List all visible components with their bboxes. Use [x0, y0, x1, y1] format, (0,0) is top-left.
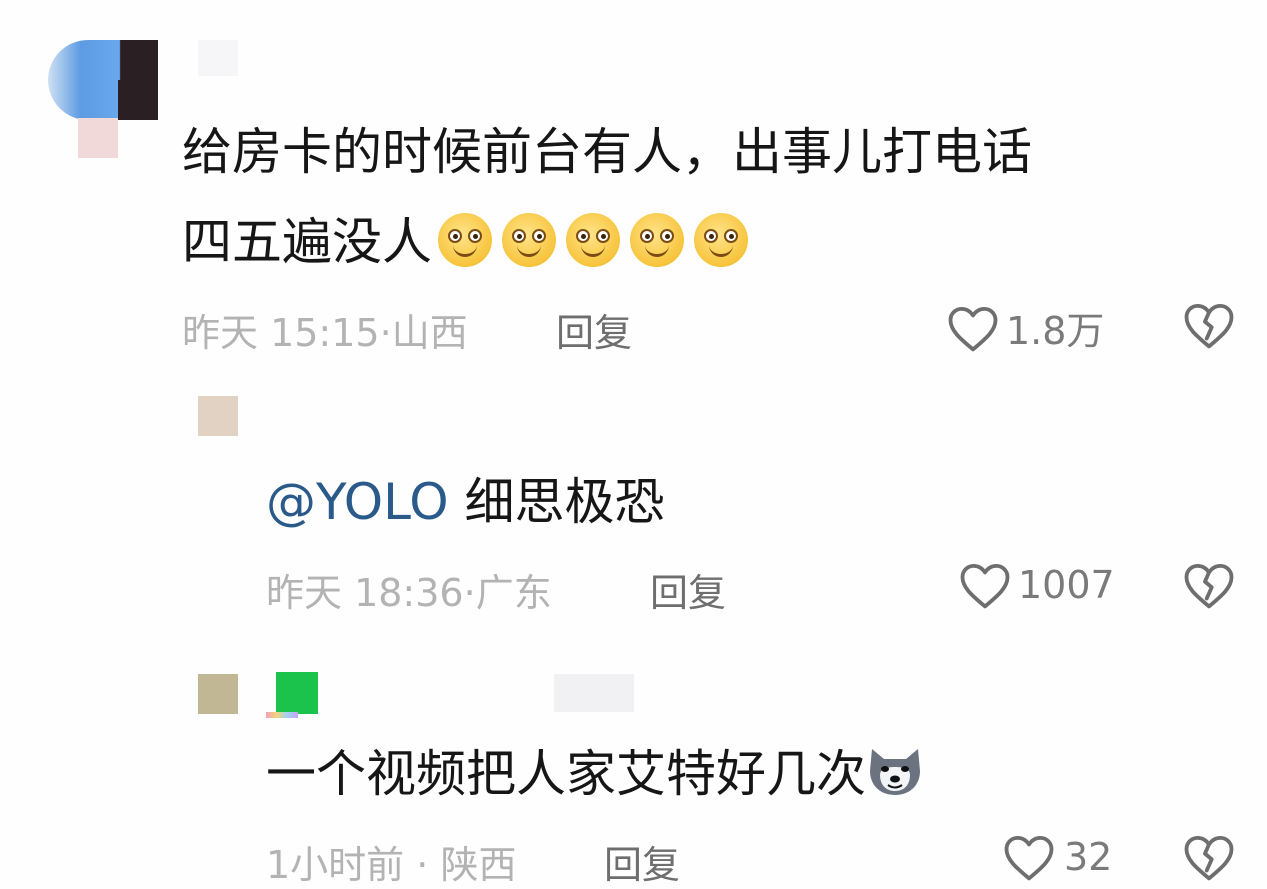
heart-icon	[1004, 835, 1054, 881]
comment-meta: 昨天 18:36·广东	[266, 562, 552, 617]
comment-body-line2: 四五遍没人	[182, 213, 432, 271]
location: 陕西	[440, 843, 517, 887]
comment-text: @YOLO 细思极恐	[266, 470, 665, 534]
reply-button[interactable]: 回复	[604, 834, 680, 889]
separator: ·	[416, 843, 429, 887]
reply-button[interactable]: 回复	[650, 562, 726, 617]
username[interactable]	[198, 40, 238, 76]
comment-body: 一个视频把人家艾特好几次	[266, 745, 866, 803]
separator: ·	[379, 311, 392, 355]
broken-heart-icon	[1184, 303, 1234, 349]
like-button[interactable]: 32	[1002, 832, 1112, 882]
like-count: 1007	[1018, 563, 1115, 607]
broken-heart-icon	[1184, 835, 1234, 881]
avatar[interactable]	[48, 40, 158, 120]
heart-icon	[948, 306, 998, 351]
husky-dog-icon	[866, 745, 924, 797]
wow-face-icon	[630, 213, 684, 267]
dislike-button[interactable]	[1182, 300, 1236, 354]
separator: ·	[463, 571, 476, 615]
avatar[interactable]	[198, 396, 238, 436]
comment-meta: 1小时前 · 陕西	[266, 834, 516, 889]
wow-face-icon	[502, 213, 556, 267]
broken-heart-icon	[1184, 563, 1234, 609]
location: 山西	[391, 311, 468, 355]
comment-text: 给房卡的时候前台有人，出事儿打电话	[182, 120, 1032, 184]
dislike-button[interactable]	[1182, 560, 1236, 614]
dislike-button[interactable]	[1182, 832, 1236, 886]
location: 广东	[475, 571, 552, 615]
avatar[interactable]	[198, 674, 238, 714]
like-count: 1.8万	[1006, 309, 1105, 353]
reply-button[interactable]: 回复	[556, 302, 632, 357]
badge-strip	[266, 712, 298, 718]
username[interactable]	[554, 674, 634, 712]
mention-link[interactable]: @YOLO	[266, 473, 449, 531]
like-count: 32	[1064, 835, 1113, 879]
comment-body: 给房卡的时候前台有人，出事儿打电话	[182, 123, 1032, 181]
wow-face-icon	[566, 213, 620, 267]
timestamp: 1小时前	[266, 843, 405, 887]
wow-face-icon	[438, 213, 492, 267]
like-button[interactable]: 1007	[958, 560, 1115, 610]
comment-body: 细思极恐	[464, 473, 665, 531]
avatar-badge	[78, 118, 118, 158]
user-badge	[276, 672, 318, 714]
comment-text: 一个视频把人家艾特好几次	[266, 742, 924, 806]
like-button[interactable]: 1.8万	[946, 300, 1104, 355]
wow-face-icon	[694, 213, 748, 267]
heart-icon	[960, 563, 1010, 609]
timestamp: 昨天 15:15	[182, 311, 380, 355]
comment-text-line2: 四五遍没人	[182, 210, 758, 274]
comment-meta: 昨天 15:15·山西	[182, 302, 468, 357]
timestamp: 昨天 18:36	[266, 571, 464, 615]
